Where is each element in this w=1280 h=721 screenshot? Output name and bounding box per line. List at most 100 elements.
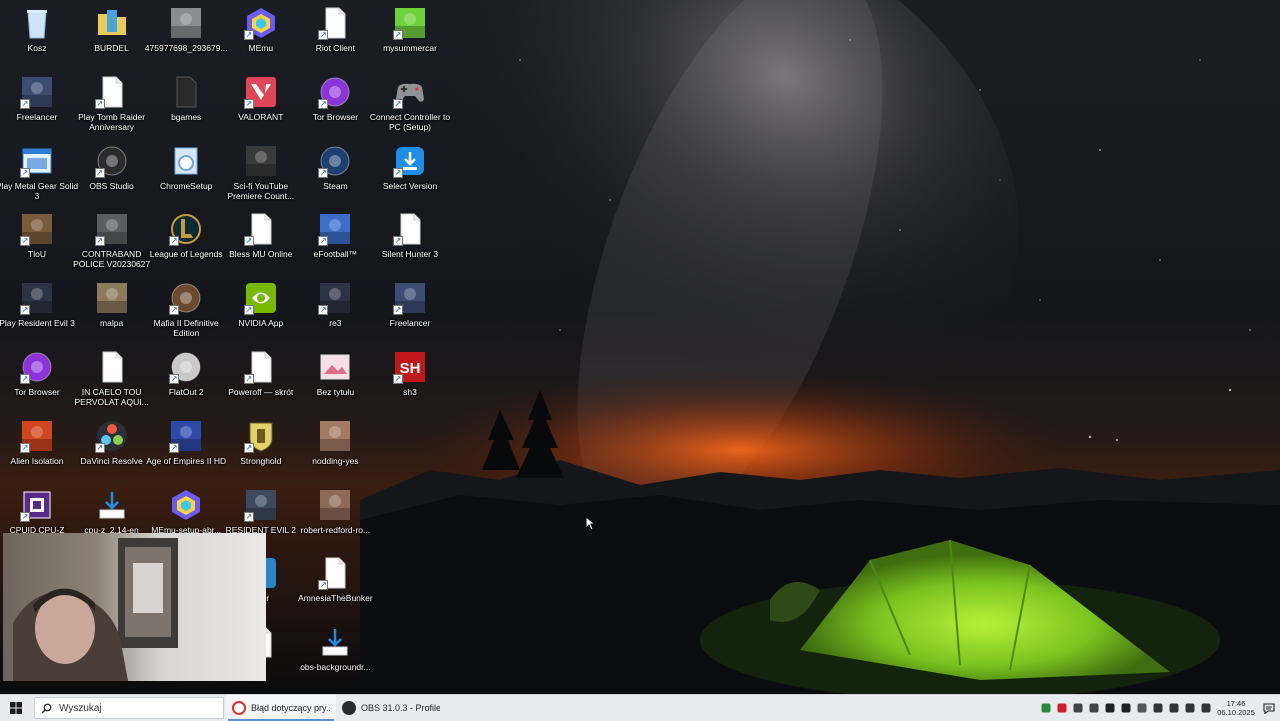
- desktop-icon[interactable]: ↗ Bless MU Online: [224, 208, 298, 274]
- desktop-icon[interactable]: ↗ OBS Studio: [75, 140, 149, 206]
- freelancer-icon: ↗: [20, 75, 54, 109]
- desktop-icon[interactable]: ↗ AmnesiaTheBunker: [298, 552, 373, 618]
- desktop-icon-label: Bless MU Online: [229, 249, 293, 260]
- desktop-icon[interactable]: ↗ DaVinci Resolve: [75, 415, 149, 481]
- taskbar-app-label: OBS 31.0.3 - Profile:...: [361, 703, 440, 713]
- tray-app-green-icon[interactable]: [1038, 695, 1054, 721]
- tor-browser-icon: ↗: [20, 350, 54, 384]
- desktop-icon[interactable]: ↗ Poweroff — skrót: [224, 346, 298, 412]
- desktop-icon[interactable]: ↗ TloU: [0, 208, 74, 274]
- tray-ethernet-icon[interactable]: [1166, 695, 1182, 721]
- desktop-icon[interactable]: obs-backgroundr...: [298, 621, 372, 687]
- desktop-icon-label: OBS Studio: [89, 180, 134, 191]
- shortcut-arrow-icon: ↗: [94, 236, 105, 247]
- desktop-icon[interactable]: robert-redford-ro...: [298, 484, 372, 550]
- blank-file-icon: ↗: [94, 75, 129, 109]
- valorant-icon: ↗: [243, 75, 278, 109]
- desktop-icon[interactable]: ↗ CONTRABAND POLICE V20230627: [73, 208, 150, 274]
- image-file-icon: [318, 350, 352, 384]
- tray-battery-icon[interactable]: [1182, 695, 1198, 721]
- desktop-icon[interactable]: ↗ Tor Browser: [0, 346, 74, 412]
- webcam-overlay: [3, 533, 266, 681]
- desktop-icon-label: CONTRABAND POLICE V20230627: [73, 249, 151, 270]
- taskbar-search-box[interactable]: [34, 697, 224, 719]
- tray-network-icon[interactable]: [1134, 695, 1150, 721]
- desktop-icon[interactable]: SH ↗ sh3: [373, 346, 447, 412]
- age-of-empires-icon: ↗: [169, 419, 203, 453]
- notification-center-button[interactable]: [1258, 695, 1280, 721]
- taskbar-app-button[interactable]: Błąd dotyczący pry...: [226, 695, 336, 721]
- desktop-icon[interactable]: ↗ Mafia II Definitive Edition: [149, 277, 223, 343]
- desktop-icon[interactable]: ChromeSetup: [149, 140, 223, 206]
- desktop-icon[interactable]: malpa: [75, 277, 149, 343]
- desktop-icon[interactable]: IN CAELO TOU PERVOLAT AQUI...: [75, 346, 149, 412]
- desktop-icon-label: FlatOut 2: [168, 387, 204, 397]
- desktop-icon[interactable]: BURDEL: [75, 2, 149, 68]
- shortcut-arrow-icon: ↗: [318, 30, 329, 40]
- resident-evil-3-icon: ↗: [318, 281, 352, 316]
- shortcut-arrow-icon: ↗: [94, 167, 105, 178]
- desktop-icon[interactable]: ↗ re3: [298, 277, 372, 343]
- desktop-icon[interactable]: Bez tytułu: [298, 346, 372, 412]
- desktop-icon[interactable]: ↗ FlatOut 2: [149, 346, 223, 412]
- desktop-icon-label: Tor Browser: [312, 111, 359, 122]
- taskbar-clock[interactable]: 17:46 06.10.2025: [1214, 699, 1258, 717]
- tray-app-icon[interactable]: [1070, 695, 1086, 721]
- desktop-icon[interactable]: ↗ Age of Empires II HD: [146, 415, 226, 481]
- desktop-icon[interactable]: ↗ mysummercar: [373, 2, 447, 68]
- desktop-icon-label: re3: [329, 318, 342, 329]
- shortcut-arrow-icon: ↗: [243, 374, 254, 384]
- desktop-icon-label: Select Version: [382, 180, 438, 191]
- desktop-icon[interactable]: ↗ Connect Controller to PC (Setup): [370, 71, 450, 137]
- desktop-icon[interactable]: ↗ Steam: [298, 140, 372, 206]
- desktop-icon[interactable]: ↗ Freelancer: [0, 71, 74, 137]
- desktop-icon[interactable]: Sci-fi YouTube Premiere Count...: [224, 140, 298, 206]
- tray-volume-icon[interactable]: [1150, 695, 1166, 721]
- desktop-icon[interactable]: ↗ NVIDIA App: [224, 277, 298, 343]
- shortcut-arrow-icon: ↗: [393, 236, 403, 247]
- gamepad-icon: ↗: [393, 75, 427, 109]
- shortcut-arrow-icon: ↗: [393, 305, 403, 316]
- desktop-icon[interactable]: ↗ Silent Hunter 3: [373, 208, 447, 274]
- tray-sync-icon[interactable]: [1102, 695, 1118, 721]
- taskbar-app-button[interactable]: OBS 31.0.3 - Profile:...: [336, 695, 446, 721]
- desktop-icon-label: BURDEL: [94, 43, 129, 53]
- desktop-icon[interactable]: nodding-yes: [298, 415, 372, 481]
- desktop-icon[interactable]: ↗ Stronghold: [224, 415, 298, 481]
- desktop-icon[interactable]: ↗ eFootball™: [298, 208, 372, 274]
- desktop-icon[interactable]: Kosz: [0, 2, 74, 68]
- desktop-icon[interactable]: ↗ Riot Client: [298, 2, 372, 68]
- shortcut-arrow-icon: ↗: [318, 98, 329, 109]
- search-input[interactable]: [57, 701, 211, 715]
- desktop-icon[interactable]: ↗ League of Legends: [149, 208, 223, 274]
- start-button[interactable]: [0, 695, 32, 721]
- blank-file-icon: ↗: [318, 6, 352, 40]
- blank-file-icon: [95, 350, 129, 384]
- desktop-icon-label: IN CAELO TOU PERVOLAT AQUI...: [74, 387, 149, 407]
- tray-display-icon[interactable]: [1086, 695, 1102, 721]
- desktop-icon[interactable]: ↗ Freelancer: [373, 277, 447, 343]
- tray-microphone-icon[interactable]: [1198, 695, 1214, 721]
- mafia-icon: ↗: [169, 281, 203, 316]
- shortcut-arrow-icon: ↗: [393, 98, 403, 109]
- shortcut-arrow-icon: ↗: [243, 442, 254, 453]
- efootball-icon: ↗: [318, 212, 352, 247]
- desktop-icon[interactable]: ↗ Tor Browser: [298, 71, 372, 137]
- desktop-icon[interactable]: ↗ Alien Isolation: [0, 415, 74, 481]
- steam-icon: ↗: [318, 144, 352, 178]
- obs-icon: ↗: [94, 144, 129, 178]
- desktop-icon[interactable]: ↗ VALORANT: [224, 71, 298, 137]
- desktop-icon[interactable]: ↗ Play Tomb Raider Anniversary: [75, 71, 149, 137]
- desktop-icon[interactable]: ↗ Play Resident Evil 3: [0, 277, 75, 343]
- desktop-icon[interactable]: ↗ Select Version: [373, 140, 447, 206]
- tray-shield-icon[interactable]: [1054, 695, 1070, 721]
- tray-settings-icon[interactable]: [1118, 695, 1134, 721]
- desktop-icon[interactable]: bgames: [149, 71, 223, 137]
- desktop-icon[interactable]: ↗ MEmu: [224, 2, 298, 68]
- nvidia-icon: ↗: [243, 281, 278, 316]
- system-tray: 17:46 06.10.2025: [1038, 695, 1280, 721]
- desktop-icon[interactable]: ↗ Play Metal Gear Solid 3: [0, 140, 78, 206]
- desktop-icon[interactable]: 475977698_293679...: [145, 2, 228, 68]
- desktop-icon-label: Play Tomb Raider Anniversary: [78, 111, 146, 132]
- desktop-icon-label: Freelancer: [389, 318, 431, 329]
